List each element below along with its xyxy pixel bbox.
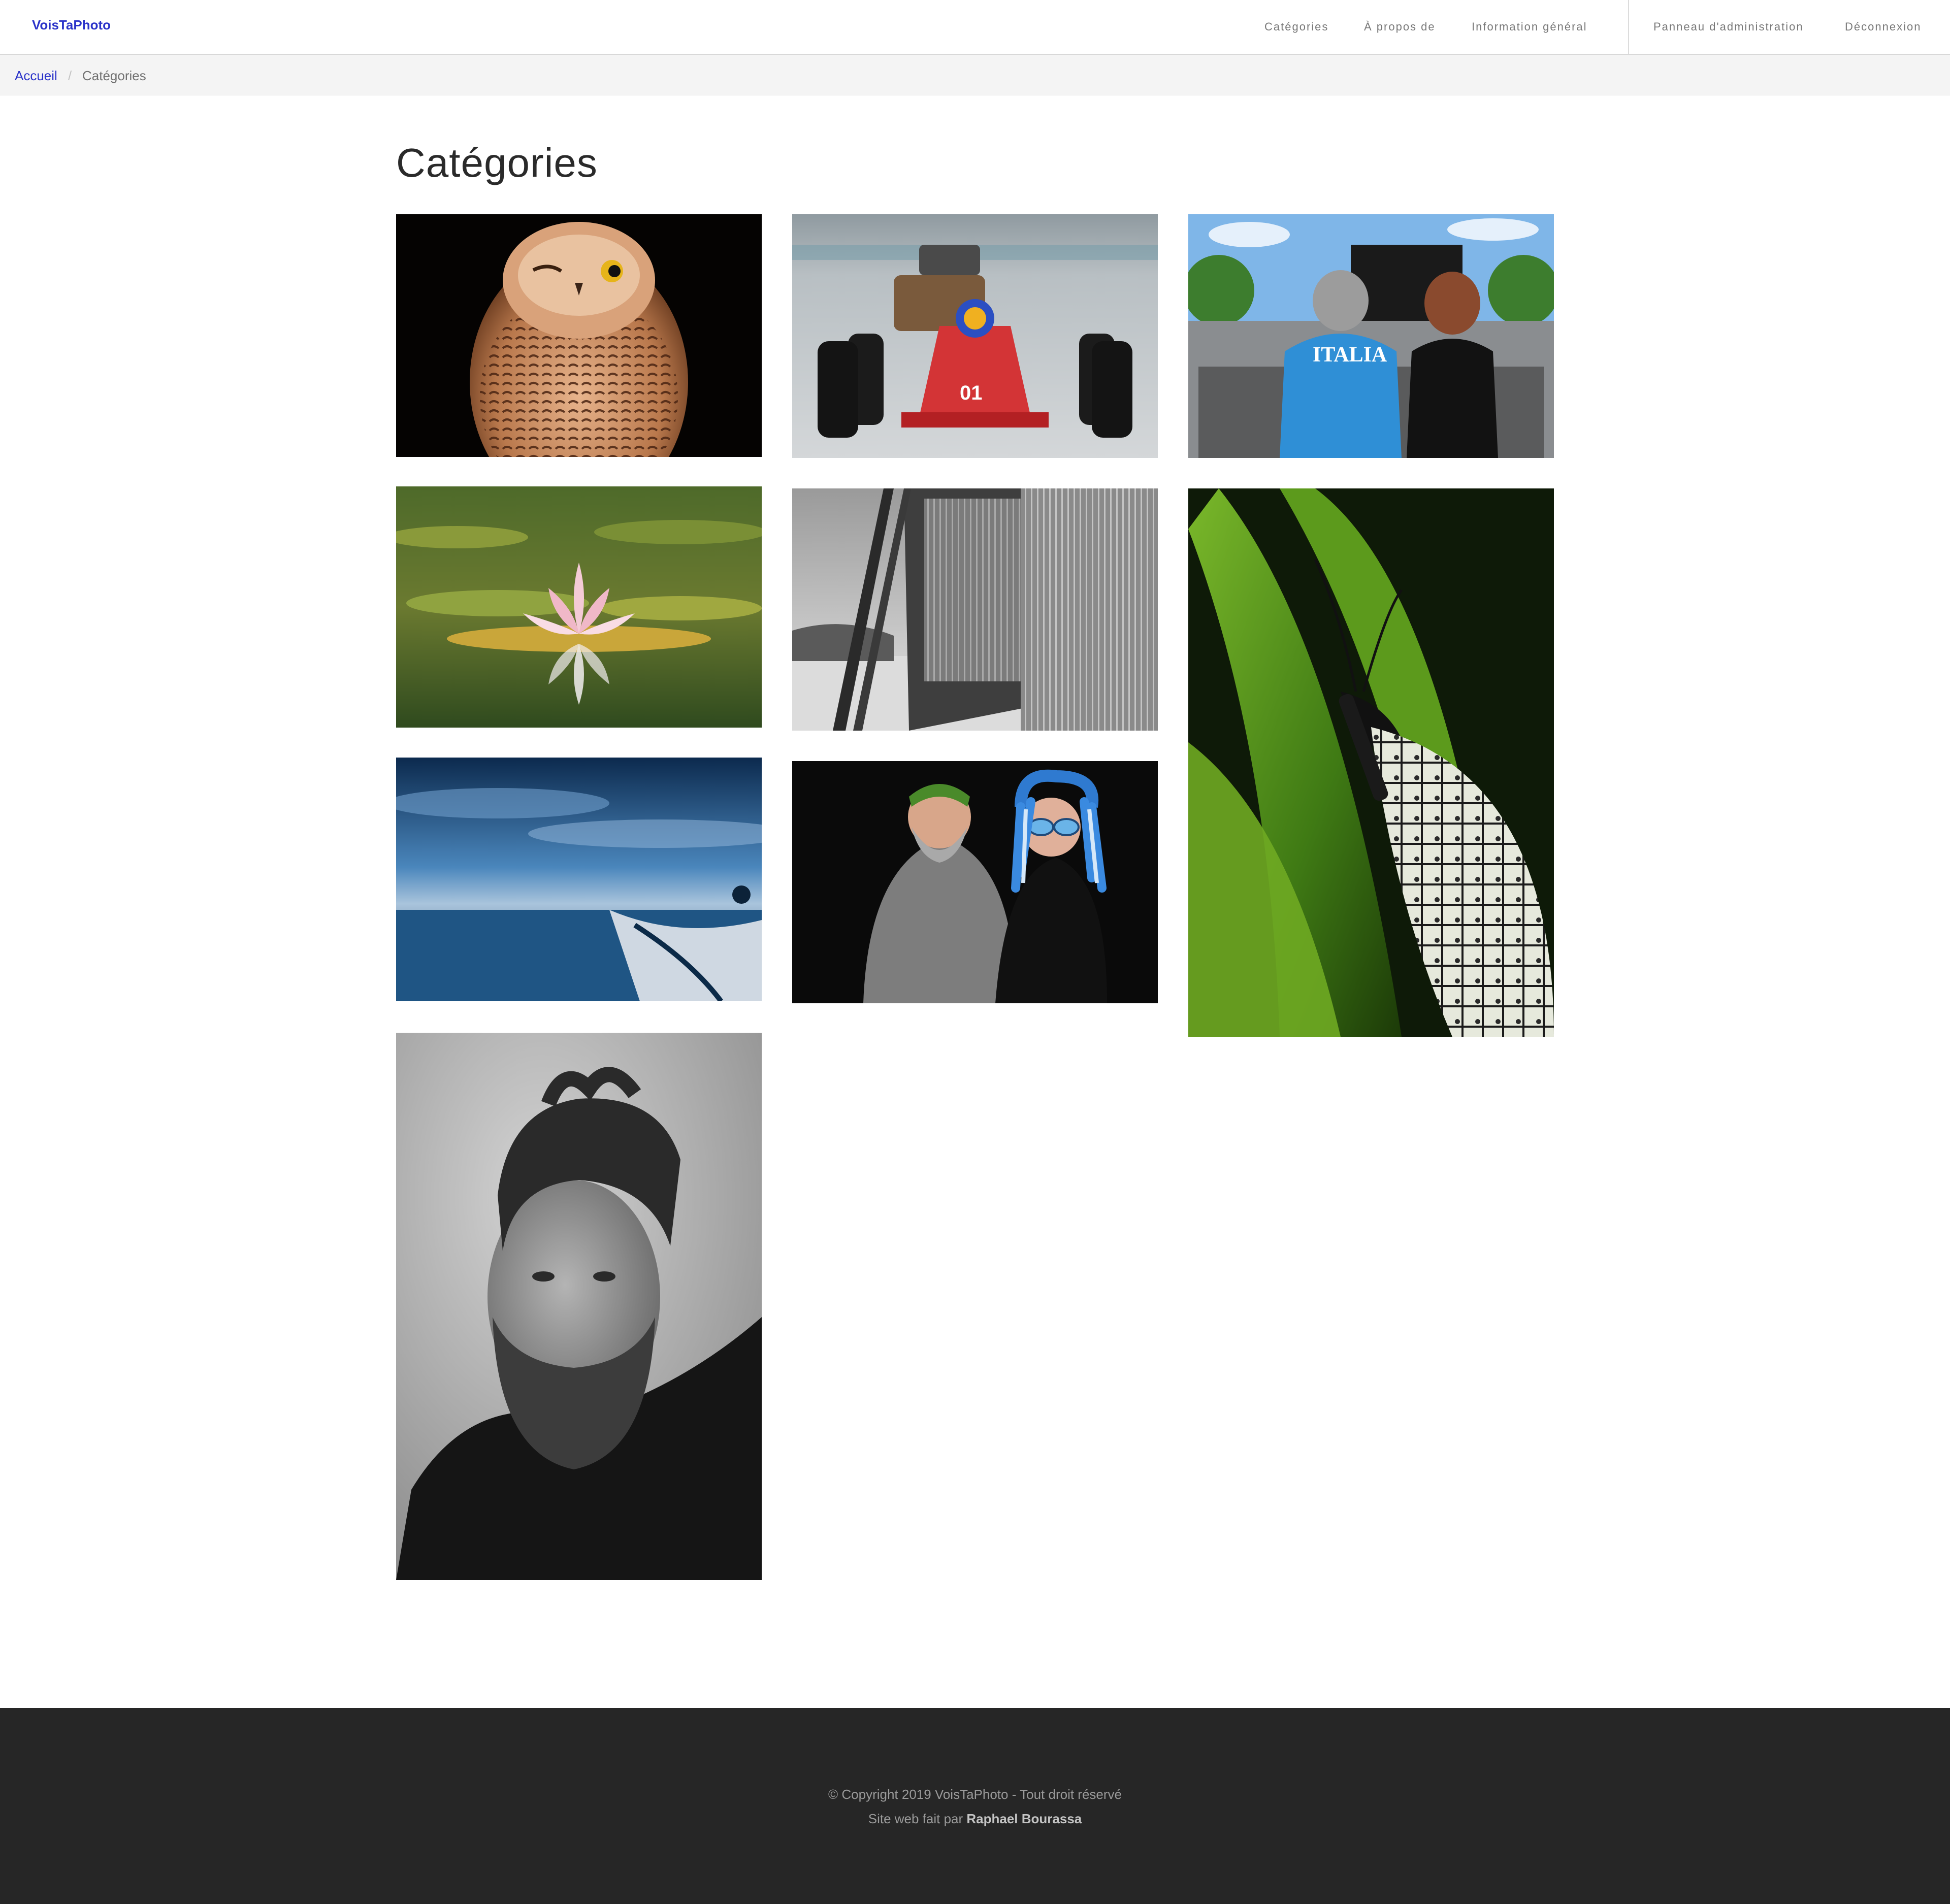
category-photo-race-car[interactable]: 01 bbox=[792, 214, 1158, 458]
costume-couple-image bbox=[792, 761, 1158, 1003]
page-title: Catégories bbox=[396, 140, 598, 185]
top-navbar: VoisTaPhoto Catégories À propos de Infor… bbox=[0, 0, 1950, 55]
concert-image: ITALIA bbox=[1188, 214, 1554, 458]
footer-credit: Site web fait par Raphael Bourassa bbox=[0, 1811, 1950, 1827]
category-photo-concert[interactable]: ITALIA bbox=[1188, 214, 1554, 458]
svg-text:ITALIA: ITALIA bbox=[1313, 343, 1387, 367]
seascape-image bbox=[396, 758, 762, 1001]
category-photo-ice[interactable] bbox=[792, 488, 1158, 731]
footer: © Copyright 2019 VoisTaPhoto - Tout droi… bbox=[0, 1708, 1950, 1904]
nav-admin-panel[interactable]: Panneau d'administration bbox=[1653, 20, 1804, 34]
category-photo-butterfly[interactable] bbox=[1188, 488, 1554, 1037]
nav-general-info[interactable]: Information général bbox=[1472, 20, 1587, 34]
footer-copyright: © Copyright 2019 VoisTaPhoto - Tout droi… bbox=[828, 1787, 1122, 1802]
ice-image bbox=[792, 488, 1158, 731]
water-lily-image bbox=[396, 486, 762, 728]
footer-author: Raphael Bourassa bbox=[966, 1811, 1082, 1826]
svg-text:01: 01 bbox=[960, 382, 983, 404]
portrait-image bbox=[396, 1033, 762, 1580]
brand-link[interactable]: VoisTaPhoto bbox=[32, 17, 111, 33]
category-photo-owl[interactable] bbox=[396, 214, 762, 457]
category-photo-seascape[interactable] bbox=[396, 758, 762, 1001]
nav-logout[interactable]: Déconnexion bbox=[1845, 20, 1921, 34]
category-photo-portrait[interactable] bbox=[396, 1033, 762, 1580]
category-photo-water-lily[interactable] bbox=[396, 486, 762, 728]
owl-image bbox=[396, 214, 762, 457]
nav-divider bbox=[1628, 0, 1629, 54]
category-photo-costume-couple[interactable] bbox=[792, 761, 1158, 1003]
footer-credit-prefix: Site web fait par bbox=[868, 1811, 967, 1826]
breadcrumb-home-link[interactable]: Accueil bbox=[15, 68, 57, 84]
butterfly-image bbox=[1188, 488, 1554, 1037]
breadcrumb: Accueil / Catégories bbox=[0, 55, 1950, 95]
race-car-image: 01 bbox=[792, 214, 1158, 458]
breadcrumb-separator: / bbox=[68, 68, 72, 83]
breadcrumb-current: Catégories bbox=[82, 68, 146, 83]
nav-about[interactable]: À propos de bbox=[1364, 20, 1436, 34]
nav-categories[interactable]: Catégories bbox=[1264, 20, 1328, 34]
